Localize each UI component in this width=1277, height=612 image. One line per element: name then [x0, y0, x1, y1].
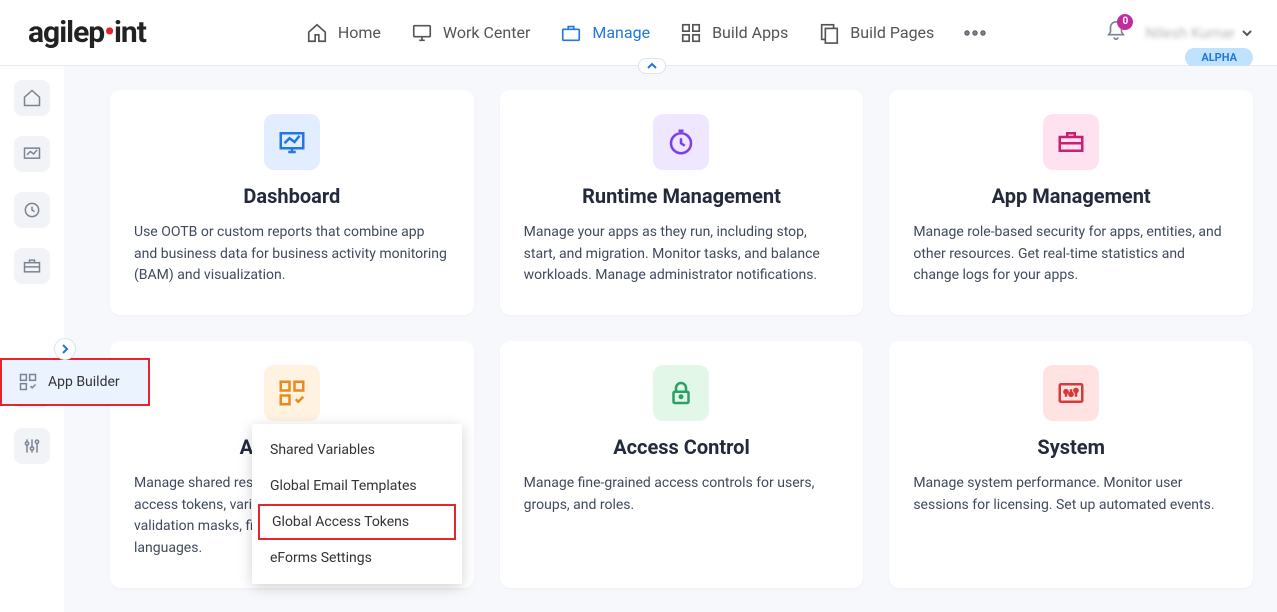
chevron-up-icon — [646, 62, 658, 70]
toolbox-icon — [22, 256, 42, 276]
chart-icon — [22, 144, 42, 164]
grid-check-icon — [264, 365, 320, 421]
alpha-badge: ALPHA — [1185, 48, 1253, 67]
toolbox-icon — [1043, 114, 1099, 170]
app-builder-submenu: Shared Variables Global Email Templates … — [252, 424, 462, 584]
sidebar-item-home[interactable] — [14, 80, 50, 116]
header-right: 0 Nilesh Kumar — [1105, 20, 1253, 46]
clock-icon — [22, 200, 42, 220]
nav-work-center-label: Work Center — [443, 23, 530, 42]
submenu-eforms-settings[interactable]: eForms Settings — [252, 540, 462, 576]
sidebar-item-system[interactable] — [14, 428, 50, 464]
nav-more[interactable] — [964, 30, 986, 36]
nav-build-apps-label: Build Apps — [712, 23, 788, 42]
cards-grid: Dashboard Use OOTB or custom reports tha… — [64, 66, 1277, 612]
sidebar: App Builder — [0, 66, 64, 612]
home-icon — [306, 22, 328, 44]
card-title: System — [1037, 435, 1105, 459]
card-title: Dashboard — [243, 184, 340, 208]
nav-manage-label: Manage — [592, 23, 650, 42]
bell-count: 0 — [1117, 14, 1133, 30]
nav-manage[interactable]: Manage — [560, 22, 650, 44]
card-desc: Use OOTB or custom reports that combine … — [134, 222, 450, 287]
nav-home[interactable]: Home — [306, 22, 381, 44]
pages-icon — [818, 22, 840, 44]
nav-build-pages-label: Build Pages — [850, 23, 934, 42]
sidebar-item-app-builder[interactable]: App Builder — [0, 358, 150, 406]
nav-build-pages[interactable]: Build Pages — [818, 22, 934, 44]
sidebar-expand-toggle[interactable] — [54, 338, 76, 360]
user-menu[interactable]: Nilesh Kumar — [1145, 24, 1253, 42]
card-desc: Manage your apps as they run, including … — [524, 222, 840, 287]
chevron-down-icon — [1241, 27, 1253, 39]
card-title: Runtime Management — [582, 184, 781, 208]
nav-home-label: Home — [338, 23, 381, 42]
card-desc: Manage role-based security for apps, ent… — [913, 222, 1229, 287]
sliders-icon — [1043, 365, 1099, 421]
chevron-right-icon — [60, 344, 70, 354]
sliders-icon — [22, 436, 42, 456]
monitor-icon — [411, 22, 433, 44]
card-access-control[interactable]: Access Control Manage fine-grained acces… — [500, 341, 864, 588]
lock-icon — [653, 365, 709, 421]
apps-icon — [680, 22, 702, 44]
submenu-global-access-tokens[interactable]: Global Access Tokens — [258, 504, 456, 540]
content-area: App Builder Dashboard Use OOTB or custom… — [0, 66, 1277, 612]
sidebar-item-label: App Builder — [48, 374, 120, 390]
grid-check-icon — [18, 372, 38, 392]
nav-work-center[interactable]: Work Center — [411, 22, 530, 44]
card-runtime[interactable]: Runtime Management Manage your apps as t… — [500, 90, 864, 315]
nav-build-apps[interactable]: Build Apps — [680, 22, 788, 44]
card-desc: Manage system performance. Monitor user … — [913, 473, 1229, 516]
logo: agilep•int — [28, 15, 146, 50]
card-desc: Manage fine-grained access controls for … — [524, 473, 840, 516]
card-app-mgmt[interactable]: App Management Manage role-based securit… — [889, 90, 1253, 315]
top-nav: Home Work Center Manage Build Apps Build… — [306, 22, 986, 44]
top-header: agilep•int Home Work Center Manage Build… — [0, 0, 1277, 66]
sidebar-item-runtime[interactable] — [14, 192, 50, 228]
stopwatch-icon — [653, 114, 709, 170]
sidebar-item-dashboard[interactable] — [14, 136, 50, 172]
dots-icon — [964, 30, 986, 36]
card-title: Access Control — [613, 435, 750, 459]
collapse-toggle[interactable] — [638, 58, 666, 74]
dashboard-icon — [264, 114, 320, 170]
submenu-global-email-templates[interactable]: Global Email Templates — [252, 468, 462, 504]
submenu-shared-variables[interactable]: Shared Variables — [252, 432, 462, 468]
notifications[interactable]: 0 — [1105, 20, 1127, 46]
home-icon — [22, 88, 42, 108]
card-title: App Management — [992, 184, 1151, 208]
username: Nilesh Kumar — [1145, 24, 1235, 42]
briefcase-icon — [560, 22, 582, 44]
sidebar-item-app-mgmt[interactable] — [14, 248, 50, 284]
card-dashboard[interactable]: Dashboard Use OOTB or custom reports tha… — [110, 90, 474, 315]
card-system[interactable]: System Manage system performance. Monito… — [889, 341, 1253, 588]
